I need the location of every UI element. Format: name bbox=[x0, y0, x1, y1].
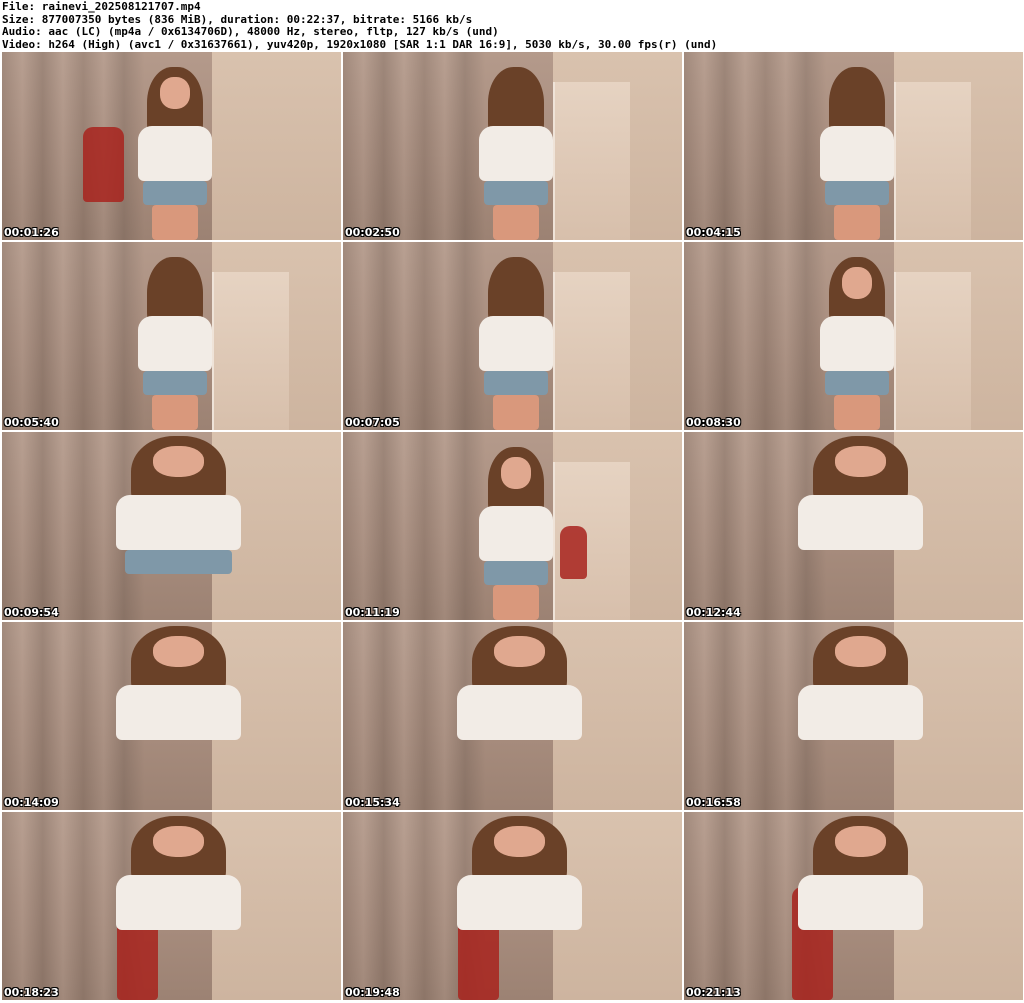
file-name-line: File: rainevi_202508121707.mp4 bbox=[2, 1, 201, 13]
thumbnail-frame: 00:15:34 bbox=[343, 622, 682, 810]
thumbnail-frame: 00:02:50 bbox=[343, 52, 682, 240]
person bbox=[104, 625, 253, 799]
thumbnail-frame: 00:18:23 bbox=[2, 812, 341, 1000]
frame-timestamp: 00:15:34 bbox=[345, 796, 400, 809]
frame-timestamp: 00:08:30 bbox=[686, 416, 741, 429]
frame-timestamp: 00:02:50 bbox=[345, 226, 400, 239]
person bbox=[445, 815, 594, 989]
thumbnail-frame: 00:19:48 bbox=[343, 812, 682, 1000]
frame-timestamp: 00:18:23 bbox=[4, 986, 59, 999]
mirror bbox=[894, 272, 971, 430]
frame-timestamp: 00:07:05 bbox=[345, 416, 400, 429]
audio-info-line: Audio: aac (LC) (mp4a / 0x6134706D), 480… bbox=[2, 25, 499, 38]
chair bbox=[559, 526, 588, 579]
thumbnail-frame: 00:07:05 bbox=[343, 242, 682, 430]
mirror bbox=[553, 82, 630, 240]
person bbox=[813, 67, 901, 240]
person bbox=[786, 625, 935, 799]
thumbnail-frame: 00:21:13 bbox=[684, 812, 1023, 1000]
thumbnail-frame: 00:16:58 bbox=[684, 622, 1023, 810]
person bbox=[472, 447, 560, 620]
person bbox=[472, 257, 560, 430]
file-info-header: File: rainevi_202508121707.mp4 Size: 877… bbox=[2, 1, 1022, 51]
frame-timestamp: 00:14:09 bbox=[4, 796, 59, 809]
thumbnail-frame: 00:12:44 bbox=[684, 432, 1023, 620]
thumbnail-frame: 00:05:40 bbox=[2, 242, 341, 430]
frame-timestamp: 00:19:48 bbox=[345, 986, 400, 999]
person bbox=[445, 625, 594, 799]
mirror bbox=[553, 272, 630, 430]
thumbnail-frame: 00:08:30 bbox=[684, 242, 1023, 430]
thumbnail-grid: 00:01:26 00:02:50 00:04:15 00:05:40 00:0… bbox=[0, 52, 1024, 1003]
frame-timestamp: 00:12:44 bbox=[686, 606, 741, 619]
person bbox=[104, 435, 253, 609]
frame-timestamp: 00:04:15 bbox=[686, 226, 741, 239]
thumbnail-frame: 00:09:54 bbox=[2, 432, 341, 620]
thumbnail-frame: 00:14:09 bbox=[2, 622, 341, 810]
chair bbox=[83, 127, 125, 203]
person bbox=[472, 67, 560, 240]
mirror bbox=[894, 82, 971, 240]
thumbnail-frame: 00:01:26 bbox=[2, 52, 341, 240]
person bbox=[786, 435, 935, 609]
thumbnail-frame: 00:04:15 bbox=[684, 52, 1023, 240]
person bbox=[813, 257, 901, 430]
person bbox=[104, 815, 253, 989]
frame-timestamp: 00:21:13 bbox=[686, 986, 741, 999]
video-info-line: Video: h264 (High) (avc1 / 0x31637661), … bbox=[2, 37, 718, 51]
frame-timestamp: 00:11:19 bbox=[345, 606, 400, 619]
frame-timestamp: 00:09:54 bbox=[4, 606, 59, 619]
person bbox=[131, 257, 219, 430]
thumbnail-frame: 00:11:19 bbox=[343, 432, 682, 620]
mirror bbox=[212, 272, 289, 430]
person bbox=[131, 67, 219, 240]
person bbox=[786, 815, 935, 989]
frame-timestamp: 00:05:40 bbox=[4, 416, 59, 429]
frame-timestamp: 00:16:58 bbox=[686, 796, 741, 809]
frame-timestamp: 00:01:26 bbox=[4, 226, 59, 239]
